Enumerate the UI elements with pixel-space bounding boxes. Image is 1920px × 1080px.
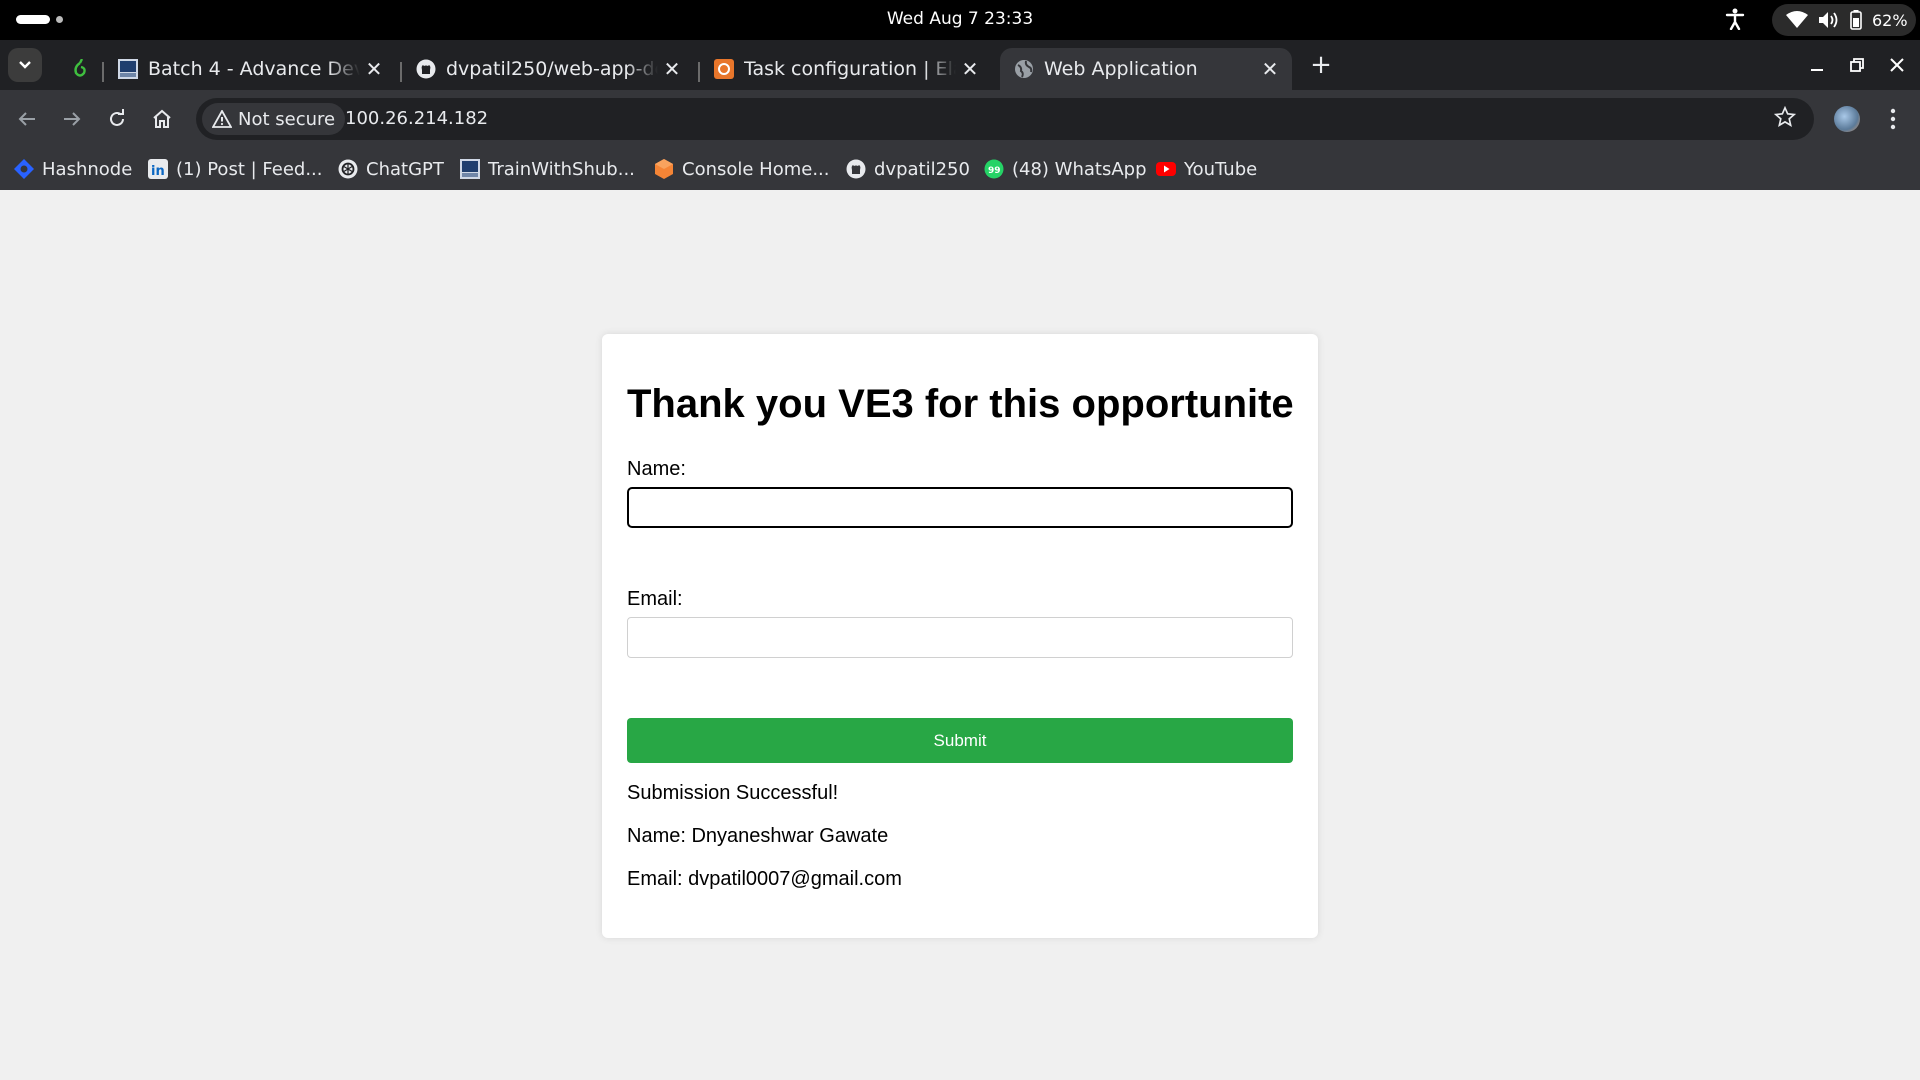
star-icon [1773,105,1797,127]
reload-button[interactable] [100,102,134,136]
close-tab-icon[interactable]: ✕ [360,57,388,81]
svg-text:in: in [151,164,165,179]
wifi-icon [1786,11,1808,29]
address-bar[interactable]: Not secure 100.26.214.182 [196,98,1814,140]
warning-triangle-icon [212,110,232,128]
github-favicon [416,59,436,79]
tab-title: Batch 4 - Advance DevOps [148,58,360,80]
home-icon [153,109,171,128]
close-tab-icon[interactable]: ✕ [1256,57,1284,81]
system-clock[interactable]: Wed Aug 7 23:33 [0,9,1920,29]
close-window-button[interactable] [1882,50,1912,80]
whatsapp-icon: 99 [984,159,1004,179]
form-card: Thank you VE3 for this opportunite Name:… [602,334,1318,938]
web-page-viewport: Thank you VE3 for this opportunite Name:… [0,190,1920,1080]
bookmark-trainwithshubham[interactable]: TrainWithShub... [460,154,635,184]
name-field[interactable] [627,487,1293,528]
minimize-icon [1811,69,1823,71]
bookmark-label: Console Home... [682,158,830,180]
tab-batch4[interactable]: Batch 4 - Advance DevOps ✕ [104,48,396,90]
browser-toolbar: Not secure 100.26.214.182 [0,90,1920,148]
pinned-tab[interactable] [56,48,96,90]
pinned-app-icon [70,59,90,79]
system-status-menu[interactable]: 62% [1772,4,1916,36]
bookmark-whatsapp[interactable]: 99 (48) WhatsApp [984,154,1147,184]
bookmarks-bar: Hashnode in (1) Post | Feed... ChatGPT T… [0,148,1920,190]
bookmark-label: dvpatil250 [874,158,970,180]
more-vert-icon [1890,108,1896,130]
tab-elastic[interactable]: Task configuration | Elastic ✕ [700,48,992,90]
chevron-down-icon [19,61,31,69]
bookmark-label: TrainWithShub... [488,158,635,180]
back-button[interactable] [10,102,44,136]
bookmark-hashnode[interactable]: Hashnode [14,154,132,184]
arrow-left-icon [18,112,35,126]
tab-title: dvpatil250/web-app-deployment [446,58,658,80]
bookmark-label: (48) WhatsApp [1012,158,1147,180]
restore-icon [1850,58,1864,72]
bookmark-label: Hashnode [42,158,133,180]
bookmark-aws-console[interactable]: Console Home... [654,154,830,184]
result-name: Name: Dnyaneshwar Gawate [627,825,889,847]
forward-button[interactable] [55,102,89,136]
email-field[interactable] [627,617,1293,658]
volume-icon [1818,11,1840,29]
page-title: Thank you VE3 for this opportunite [627,382,1294,426]
close-tab-icon[interactable]: ✕ [956,57,984,81]
tab-search-button[interactable] [8,48,42,82]
submission-status: Submission Successful! [627,782,839,804]
profile-avatar[interactable] [1834,106,1860,132]
youtube-icon [1156,159,1176,179]
name-label: Name: [627,458,686,480]
aws-favicon [714,59,734,79]
submit-button[interactable]: Submit [627,718,1293,763]
tab-title: Task configuration | Elastic [744,58,956,80]
trainwithshubham-favicon [118,59,138,79]
bookmark-label: YouTube [1184,158,1258,180]
trainwithshubham-icon [460,159,480,179]
chatgpt-icon [338,159,358,179]
bookmark-label: ChatGPT [366,158,444,180]
bookmark-label: (1) Post | Feed... [176,158,323,180]
bookmark-star-button[interactable] [1773,105,1800,132]
arrow-right-icon [64,112,81,126]
result-email: Email: dvpatil0007@gmail.com [627,868,902,890]
home-button[interactable] [145,102,179,136]
battery-icon [1850,10,1862,30]
url-text[interactable]: 100.26.214.182 [345,108,488,129]
bookmark-youtube[interactable]: YouTube [1156,154,1257,184]
battery-percentage: 62% [1872,10,1908,30]
minimize-window-button[interactable] [1802,50,1832,80]
close-icon [1890,58,1904,72]
accessibility-icon[interactable] [1725,8,1745,35]
not-secure-label: Not secure [238,108,336,130]
bookmark-github[interactable]: dvpatil250 [846,154,970,184]
svg-text:99: 99 [988,166,1001,176]
plus-icon: + [1310,50,1332,80]
browser-tab-strip: Batch 4 - Advance DevOps ✕ dvpatil250/we… [0,40,1920,90]
reload-icon [110,109,124,126]
new-tab-button[interactable]: + [1304,48,1338,82]
tab-github-repo[interactable]: dvpatil250/web-app-deployment ✕ [402,48,694,90]
linkedin-icon: in [148,159,168,179]
aws-icon [654,159,674,179]
tab-title: Web Application [1044,58,1198,80]
globe-icon [1014,59,1034,79]
bookmark-linkedin[interactable]: in (1) Post | Feed... [148,154,323,184]
github-icon [846,159,866,179]
restore-window-button[interactable] [1842,50,1872,80]
email-label: Email: [627,588,683,610]
system-top-bar: Wed Aug 7 23:33 62% [0,0,1920,40]
site-info-button[interactable]: Not secure [202,103,346,135]
hashnode-icon [14,159,34,179]
close-tab-icon[interactable]: ✕ [658,57,686,81]
bookmark-chatgpt[interactable]: ChatGPT [338,154,444,184]
tab-web-application[interactable]: Web Application ✕ [1000,48,1292,90]
browser-menu-button[interactable] [1880,104,1906,134]
